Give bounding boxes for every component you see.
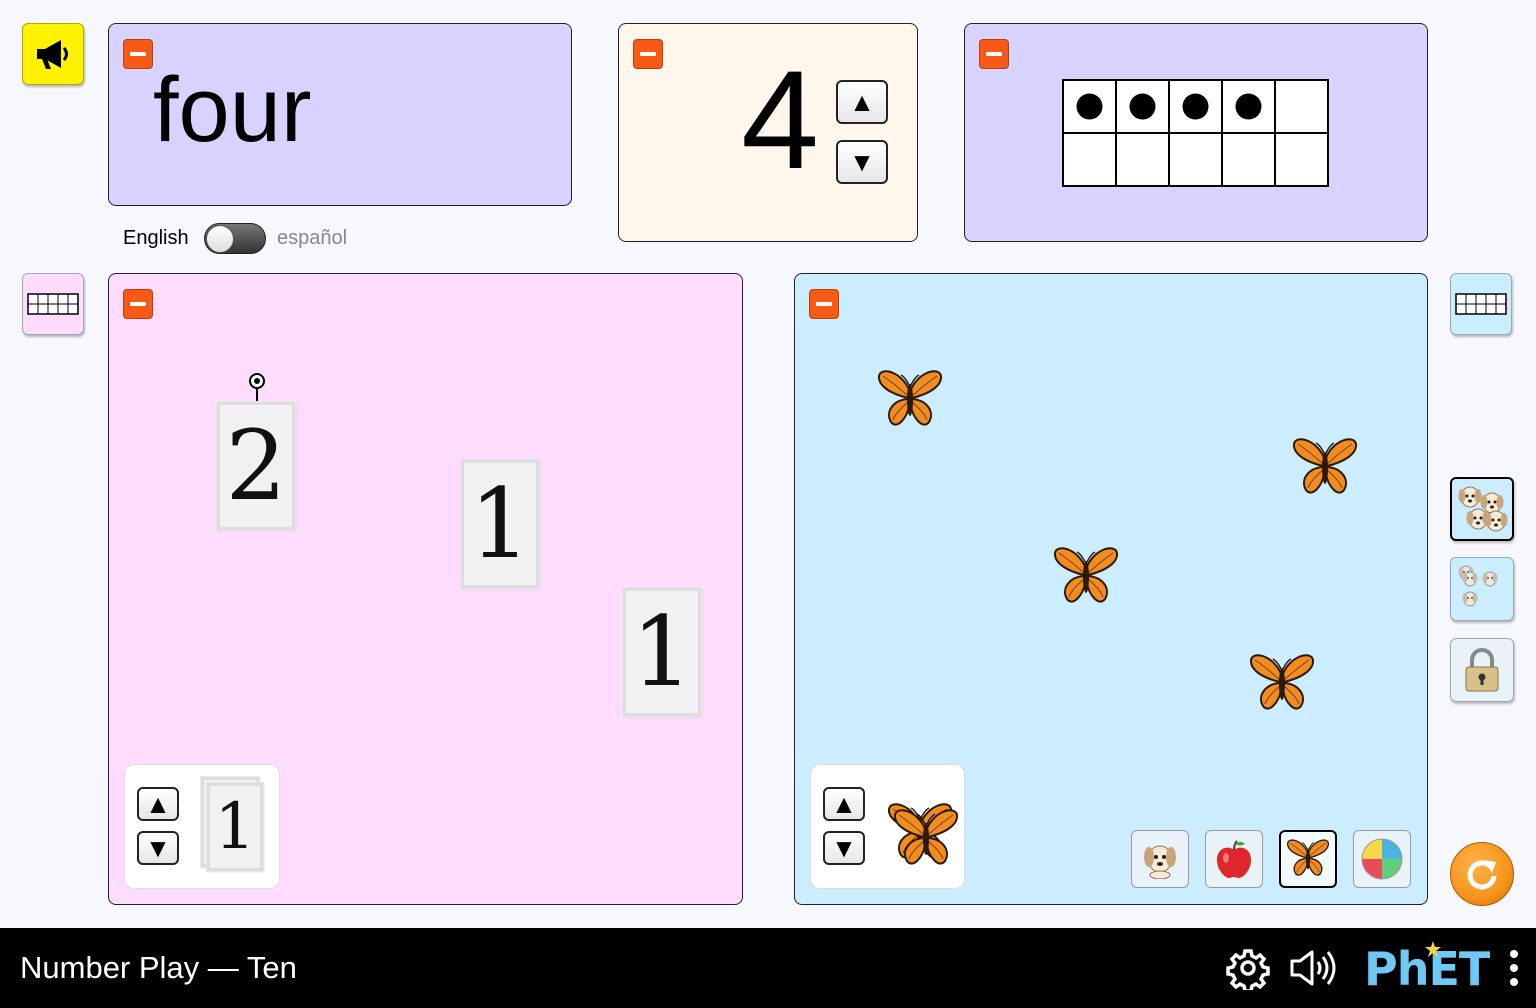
- lock-button[interactable]: [1450, 638, 1514, 702]
- card-split-handle-line: [256, 389, 258, 402]
- butterfly-object-button[interactable]: [1279, 830, 1337, 888]
- apple-object-button[interactable]: [1205, 830, 1263, 888]
- collapse-ten-frame-panel-button[interactable]: [979, 39, 1009, 69]
- language-english-label: English: [123, 227, 189, 249]
- organize-dogs-button[interactable]: [1450, 477, 1514, 541]
- ten-frame-dot: [1129, 93, 1156, 120]
- number-card[interactable]: 1: [623, 588, 701, 716]
- read-aloud-button[interactable]: [22, 23, 84, 85]
- card-creator-panel: ▲ ▼ 1: [124, 764, 280, 889]
- ten-frame-icon: [1455, 293, 1507, 315]
- settings-button[interactable]: [1226, 946, 1270, 993]
- language-toggle[interactable]: [204, 223, 266, 254]
- collapse-word-panel-button[interactable]: [123, 39, 153, 69]
- reset-all-button[interactable]: [1450, 842, 1514, 906]
- group-dogs-button[interactable]: [1450, 557, 1514, 621]
- collapse-number-panel-button[interactable]: [633, 39, 663, 69]
- ten-frame-icon: [27, 293, 79, 315]
- decrement-number-button[interactable]: ▼: [836, 140, 888, 184]
- toggle-knob: [206, 225, 234, 253]
- kebab-menu-icon: [1510, 950, 1518, 986]
- number-panel: 4 ▲ ▼: [618, 23, 918, 242]
- collapse-objects-panel-button[interactable]: [809, 289, 839, 319]
- dog-grid-icon: [1458, 565, 1498, 607]
- ten-frame-cell: [1168, 132, 1223, 187]
- ten-frame-cell: [1115, 132, 1170, 187]
- ten-frame-cell: [1062, 132, 1117, 187]
- ball-object-button[interactable]: [1353, 830, 1411, 888]
- card-split-handle[interactable]: [249, 373, 265, 389]
- reset-icon: [1467, 860, 1497, 890]
- speaker-icon: [1290, 950, 1336, 986]
- sound-button[interactable]: [1288, 946, 1336, 990]
- dog-group-icon: [1458, 486, 1508, 532]
- butterfly-icon[interactable]: [1051, 539, 1121, 614]
- ten-frame-cell: [1274, 132, 1329, 187]
- butterfly-icon[interactable]: [1290, 430, 1360, 505]
- butterfly-icon[interactable]: [1247, 646, 1317, 721]
- ten-frame-dot: [1235, 93, 1262, 120]
- objects-ten-frame-button[interactable]: [1450, 273, 1512, 335]
- increment-object-button[interactable]: ▲: [823, 787, 865, 821]
- number-word: four: [153, 59, 312, 161]
- cards-play-area: 2 1 1 ▲ ▼ 1: [108, 273, 743, 905]
- phet-star-icon: [1425, 941, 1441, 957]
- megaphone-icon: [37, 40, 68, 69]
- butterfly-icon[interactable]: [891, 801, 961, 876]
- language-spanish-label: español: [277, 227, 348, 249]
- decrement-card-button[interactable]: ▼: [137, 831, 179, 865]
- ten-frame: [1062, 79, 1329, 187]
- dog-object-button[interactable]: [1131, 830, 1189, 888]
- number-value: 4: [741, 41, 819, 198]
- decrement-object-button[interactable]: ▼: [823, 831, 865, 865]
- lock-icon: [1465, 648, 1499, 692]
- increment-card-button[interactable]: ▲: [137, 787, 179, 821]
- increment-number-button[interactable]: ▲: [836, 80, 888, 124]
- number-card[interactable]: 2: [217, 402, 295, 530]
- ten-frame-dot: [1182, 93, 1209, 120]
- ten-frame-dot: [1076, 93, 1103, 120]
- phet-logo[interactable]: PhET: [1364, 940, 1494, 996]
- cards-ten-frame-button[interactable]: [22, 273, 84, 335]
- navigation-bar: Number Play — Ten PhET: [0, 928, 1536, 1008]
- sim-title: Number Play — Ten: [20, 950, 297, 985]
- number-card[interactable]: 1: [461, 460, 539, 588]
- objects-play-area: ▲ ▼: [794, 273, 1428, 905]
- collapse-cards-panel-button[interactable]: [123, 289, 153, 319]
- butterfly-icon: [1285, 834, 1331, 885]
- butterfly-icon[interactable]: [875, 362, 945, 437]
- gear-icon: [1226, 949, 1270, 993]
- card-creator-card[interactable]: 1: [207, 783, 263, 871]
- apple-icon: [1217, 840, 1251, 878]
- object-creator-panel: ▲ ▼: [810, 764, 965, 889]
- phet-menu-button[interactable]: [1506, 948, 1522, 990]
- ten-frame-cell: [1221, 132, 1276, 187]
- dog-icon: [1144, 845, 1176, 879]
- word-panel: four: [108, 23, 572, 206]
- ten-frame-panel: [964, 23, 1428, 242]
- ten-frame-cell: [1274, 79, 1329, 134]
- ball-icon: [1361, 838, 1403, 880]
